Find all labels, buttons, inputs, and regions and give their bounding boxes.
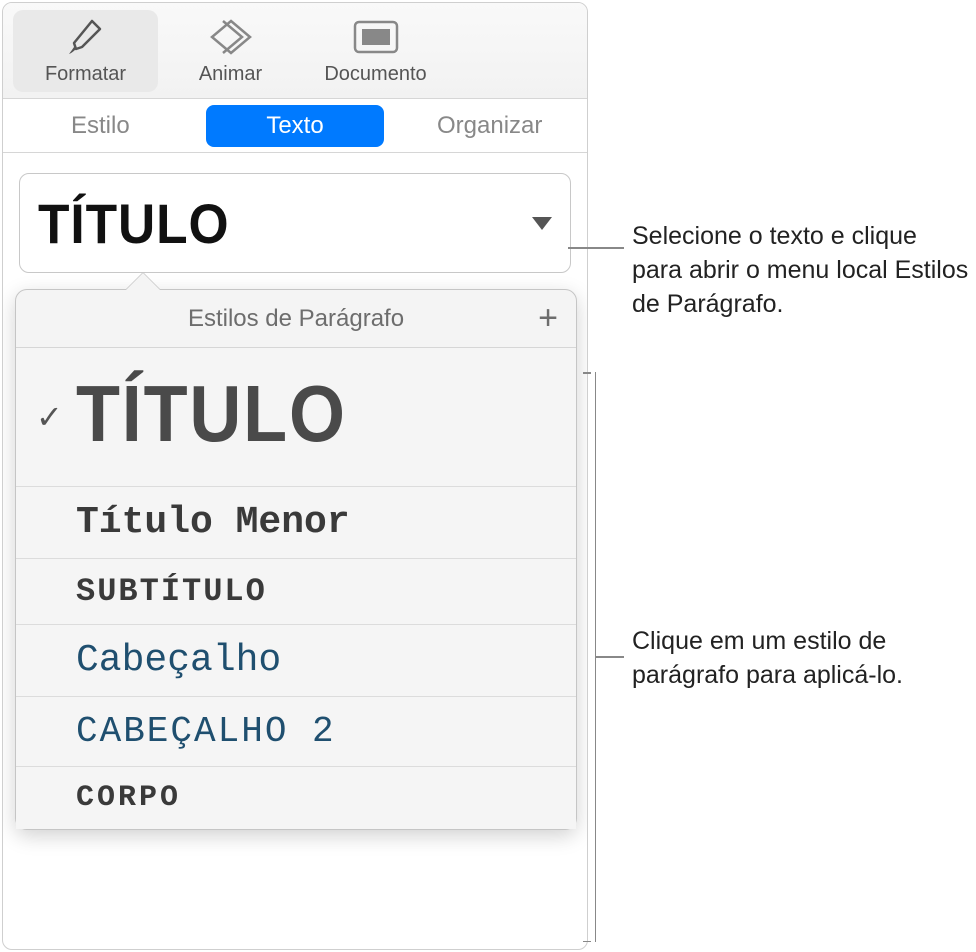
paragraph-styles-popover: Estilos de Parágrafo + ✓ TÍTULO Título M… bbox=[15, 289, 577, 830]
tab-text[interactable]: Texto bbox=[206, 105, 385, 147]
current-style-label: TÍTULO bbox=[38, 191, 230, 256]
inspector-panel: Formatar Animar Documento Estilo Texto bbox=[2, 2, 588, 950]
tab-style[interactable]: Estilo bbox=[11, 105, 190, 147]
callout-leader bbox=[596, 656, 624, 658]
popover-header: Estilos de Parágrafo + bbox=[16, 290, 576, 348]
animate-button[interactable]: Animar bbox=[158, 10, 303, 92]
animate-label: Animar bbox=[199, 63, 262, 86]
format-button[interactable]: Formatar bbox=[13, 10, 158, 92]
diamond-icon bbox=[208, 15, 254, 59]
style-label: Título Menor bbox=[76, 501, 556, 544]
paragraph-style-popup-button[interactable]: TÍTULO bbox=[19, 173, 571, 273]
document-label: Documento bbox=[324, 63, 426, 86]
tab-arrange[interactable]: Organizar bbox=[400, 105, 579, 147]
format-label: Formatar bbox=[45, 63, 126, 86]
style-list: ✓ TÍTULO Título Menor SUBTÍTULO Cabeçalh… bbox=[16, 348, 576, 829]
style-item-titulo[interactable]: ✓ TÍTULO bbox=[16, 348, 576, 487]
style-item-corpo[interactable]: CORPO bbox=[16, 767, 576, 829]
style-label: CABEÇALHO 2 bbox=[76, 711, 556, 752]
checkmark-icon: ✓ bbox=[36, 398, 63, 436]
callout-apply-style: Clique em um estilo de parágrafo para ap… bbox=[632, 625, 972, 693]
document-icon bbox=[352, 15, 400, 59]
style-label: Cabeçalho bbox=[76, 639, 556, 682]
document-button[interactable]: Documento bbox=[303, 10, 448, 92]
style-item-cabecalho-2[interactable]: CABEÇALHO 2 bbox=[16, 697, 576, 767]
chevron-down-icon bbox=[532, 217, 552, 230]
paintbrush-icon bbox=[66, 15, 106, 59]
add-style-button[interactable]: + bbox=[538, 299, 558, 338]
popover-title: Estilos de Parágrafo bbox=[188, 305, 404, 333]
style-label: CORPO bbox=[76, 781, 556, 815]
callout-open-menu: Selecione o texto e clique para abrir o … bbox=[632, 220, 972, 321]
toolbar: Formatar Animar Documento bbox=[3, 3, 587, 99]
inspector-tabs: Estilo Texto Organizar bbox=[3, 99, 587, 153]
style-label: SUBTÍTULO bbox=[76, 573, 556, 610]
style-item-subtitulo[interactable]: SUBTÍTULO bbox=[16, 559, 576, 625]
callout-leader bbox=[568, 247, 624, 249]
style-label: TÍTULO bbox=[76, 376, 508, 452]
style-item-cabecalho[interactable]: Cabeçalho bbox=[16, 625, 576, 697]
style-item-titulo-menor[interactable]: Título Menor bbox=[16, 487, 576, 559]
